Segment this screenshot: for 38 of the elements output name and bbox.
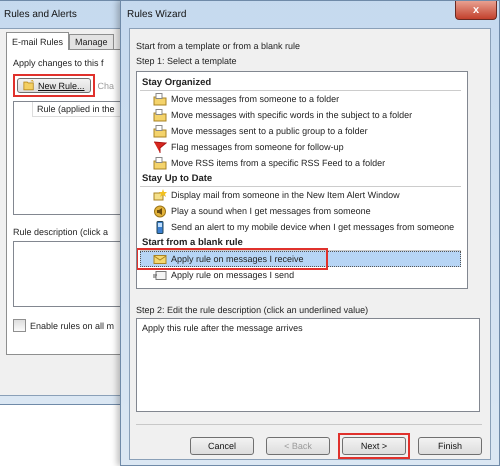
intro-text: Start from a template or from a blank rule (136, 40, 302, 53)
template-item[interactable]: Move messages with specific words in the subject to a folder (140, 107, 461, 123)
window-title: Rules and Alerts (3, 8, 78, 22)
envelope-icon (153, 268, 167, 282)
folder-icon (153, 92, 167, 106)
folder-icon (23, 80, 35, 91)
template-item[interactable]: Apply rule on messages I receive (140, 251, 461, 267)
folder-icon (153, 156, 167, 170)
group-heading: Stay Up to Date (140, 171, 461, 187)
intro-text: Apply changes to this f (13, 58, 105, 68)
tab[interactable]: Manage (69, 34, 114, 49)
template-item[interactable]: Play a sound when I get messages from someone (140, 203, 461, 219)
template-item[interactable]: Move messages sent to a public group to a folder (140, 123, 461, 139)
template-item[interactable]: Display mail from someone in the New Item Alert Window (140, 187, 461, 203)
folder-icon (153, 124, 167, 138)
flag-icon (153, 140, 167, 154)
description-text: Apply this rule after the message arrives (142, 323, 303, 333)
dialog-button[interactable]: Cancel (190, 437, 254, 455)
description-label: Rule description (click a (13, 227, 110, 237)
envelope-icon (153, 252, 167, 266)
template-item[interactable]: Apply rule on messages I send (140, 267, 461, 283)
folder-icon (153, 108, 167, 122)
envelope-star-icon (153, 188, 167, 202)
speaker-icon (153, 204, 167, 218)
tab[interactable]: E-mail Rules (6, 32, 70, 50)
template-item[interactable]: Send an alert to my mobile device when I get messages from someone (140, 219, 461, 235)
template-item[interactable]: Move RSS items from a specific RSS Feed to a folder (140, 155, 461, 171)
template-item[interactable]: Flag messages from someone for follow-up (140, 139, 461, 155)
dialog-button[interactable]: Next > (342, 437, 406, 455)
checkbox-label: Enable rules on all m (30, 320, 114, 330)
step-label: Step 2: Edit the rule description (click an underlined value) (136, 304, 370, 317)
step-label: Step 1: Select a template (136, 55, 238, 68)
dialog-button[interactable]: Finish (418, 437, 482, 455)
group-heading: Stay Organized (140, 75, 461, 91)
template-item[interactable]: Move messages from someone to a folder (140, 91, 461, 107)
window-title: Rules Wizard (127, 9, 186, 20)
checkbox[interactable] (13, 319, 26, 332)
new-rule-button[interactable]: New Rule... (17, 78, 91, 93)
